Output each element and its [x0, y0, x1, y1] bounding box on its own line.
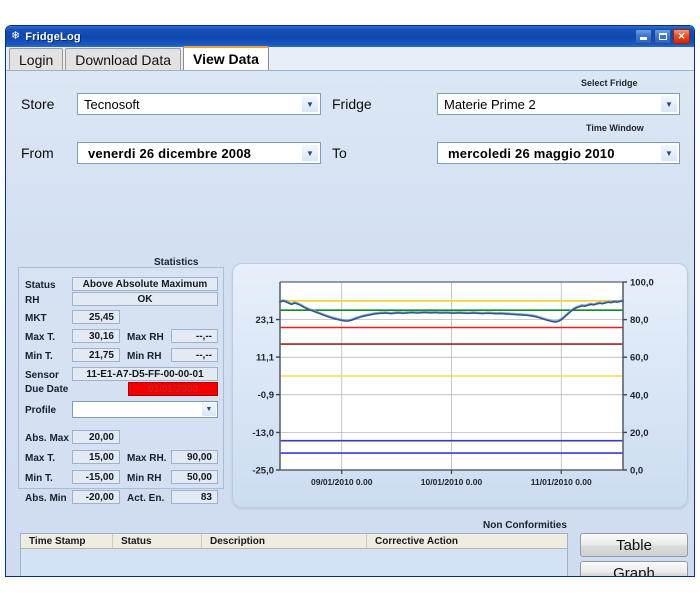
- profile-select[interactable]: ▼: [72, 401, 218, 418]
- column-status: Status: [113, 534, 202, 548]
- due-date-label: Due Date: [25, 384, 69, 395]
- svg-text:0,0: 0,0: [630, 466, 643, 477]
- svg-text:11/01/2010 0.00: 11/01/2010 0.00: [531, 477, 592, 487]
- rh-value: OK: [72, 292, 218, 306]
- limit-max-t-label: Max T.: [25, 453, 56, 464]
- minimize-icon: [640, 37, 647, 40]
- status-label: Status: [25, 280, 56, 291]
- fridge-label: Fridge: [332, 96, 372, 112]
- svg-text:40,0: 40,0: [630, 390, 649, 401]
- fridge-select[interactable]: Materie Prime 2 ▼: [437, 93, 680, 115]
- table-button[interactable]: Table: [580, 533, 688, 557]
- abs-max-value: 20,00: [72, 430, 120, 444]
- store-label: Store: [21, 96, 55, 112]
- max-rh-value: --,--: [171, 329, 218, 343]
- column-corrective-action: Corrective Action: [375, 535, 458, 547]
- status-value: Above Absolute Maximum: [72, 277, 218, 291]
- max-t-value: 30,16: [72, 329, 120, 343]
- to-date-value: mercoledi 26 maggio 2010: [448, 145, 615, 161]
- svg-text:-25,0: -25,0: [252, 466, 274, 477]
- mkt-value: 25,45: [72, 310, 120, 324]
- chevron-down-icon: ▼: [302, 96, 318, 112]
- svg-text:-13,0: -13,0: [252, 428, 274, 439]
- svg-text:11,1: 11,1: [256, 353, 275, 364]
- svg-text:60,0: 60,0: [630, 353, 649, 364]
- act-en-value: 83: [171, 490, 218, 504]
- rh-label: RH: [25, 295, 40, 306]
- non-conformities-title: Non Conformities: [483, 520, 567, 531]
- tab-download-data[interactable]: Download Data: [65, 48, 181, 70]
- data-chart[interactable]: 23,1 11,1 -0,9 -13,0 -25,0 100,0 80,0 60,0 40,0 2…: [232, 263, 688, 508]
- max-t-label: Max T.: [25, 332, 56, 343]
- svg-text:23,1: 23,1: [256, 315, 275, 326]
- from-date-picker[interactable]: venerdi 26 dicembre 2008 ▼: [77, 142, 321, 164]
- limit-min-rh-value: 50,00: [171, 470, 218, 484]
- column-description: Description: [202, 534, 367, 548]
- svg-text:09/01/2010 0.00: 09/01/2010 0.00: [311, 477, 373, 487]
- min-rh-label: Min RH: [127, 351, 162, 362]
- snowflake-icon: ❄: [11, 30, 21, 42]
- min-rh-value: --,--: [171, 348, 218, 362]
- act-en-label: Act. En.: [127, 493, 165, 504]
- max-rh-label: Max RH: [127, 332, 164, 343]
- from-label: From: [21, 145, 54, 161]
- min-t-value: 21,75: [72, 348, 120, 362]
- limit-min-t-label: Min T.: [25, 473, 53, 484]
- limit-min-t-value: -15,00: [72, 470, 120, 484]
- close-icon: ✕: [677, 31, 686, 41]
- svg-text:80,0: 80,0: [630, 315, 649, 326]
- window-controls: ✕: [635, 29, 692, 44]
- mkt-label: MKT: [25, 313, 47, 324]
- min-t-label: Min T.: [25, 351, 53, 362]
- svg-text:100,0: 100,0: [630, 278, 654, 289]
- maximize-icon: [658, 33, 667, 40]
- abs-max-label: Abs. Max: [25, 433, 69, 444]
- limit-min-rh-label: Min RH: [127, 473, 162, 484]
- svg-text:10/01/2010 0.00: 10/01/2010 0.00: [421, 477, 483, 487]
- sensor-label: Sensor: [25, 370, 59, 381]
- maximize-button[interactable]: [654, 29, 671, 44]
- table-header-row: Time Stamp Status Description Corrective…: [21, 534, 567, 549]
- chevron-down-icon: ▼: [661, 145, 677, 161]
- svg-text:-0,9: -0,9: [258, 390, 274, 401]
- abs-min-value: -20,00: [72, 490, 120, 504]
- limit-max-t-value: 15,00: [72, 450, 120, 464]
- chevron-down-icon: ▼: [661, 96, 677, 112]
- fridge-select-value: Materie Prime 2: [444, 96, 536, 112]
- store-select[interactable]: Tecnosoft ▼: [77, 93, 321, 115]
- chevron-down-icon: ▼: [202, 403, 216, 416]
- due-date-value: 01/01/2000: [128, 382, 218, 396]
- from-date-value: venerdi 26 dicembre 2008: [88, 145, 252, 161]
- tab-bar: Login Download Data View Data: [6, 46, 694, 71]
- store-select-value: Tecnosoft: [84, 96, 140, 112]
- application-window: ❄ FridgeLog ✕ Login Download Data View D…: [5, 25, 695, 577]
- column-time-stamp: Time Stamp: [21, 534, 113, 548]
- to-label: To: [332, 145, 347, 161]
- time-window-caption: Time Window: [586, 123, 644, 133]
- select-fridge-caption: Select Fridge: [581, 78, 638, 88]
- profile-label: Profile: [25, 405, 57, 416]
- tab-login[interactable]: Login: [9, 48, 64, 70]
- non-conformities-table[interactable]: Time Stamp Status Description Corrective…: [20, 533, 568, 576]
- svg-text:20,0: 20,0: [630, 428, 649, 439]
- chevron-down-icon: ▼: [302, 145, 318, 161]
- title-bar: ❄ FridgeLog ✕: [6, 26, 694, 47]
- limit-max-rh-label: Max RH.: [127, 453, 167, 464]
- view-data-panel: Select Fridge Store Tecnosoft ▼ Fridge M…: [6, 71, 694, 576]
- chart-svg: 23,1 11,1 -0,9 -13,0 -25,0 100,0 80,0 60,0 40,0 2…: [252, 278, 654, 488]
- window-title: FridgeLog: [25, 30, 81, 43]
- limit-max-rh-value: 90,00: [171, 450, 218, 464]
- graph-button[interactable]: Graph: [580, 561, 688, 576]
- close-button[interactable]: ✕: [673, 29, 690, 44]
- tab-view-data[interactable]: View Data: [183, 46, 269, 70]
- minimize-button[interactable]: [635, 29, 652, 44]
- sensor-value: 11-E1-A7-D5-FF-00-00-01: [72, 367, 218, 381]
- abs-min-label: Abs. Min: [25, 493, 67, 504]
- to-date-picker[interactable]: mercoledi 26 maggio 2010 ▼: [437, 142, 680, 164]
